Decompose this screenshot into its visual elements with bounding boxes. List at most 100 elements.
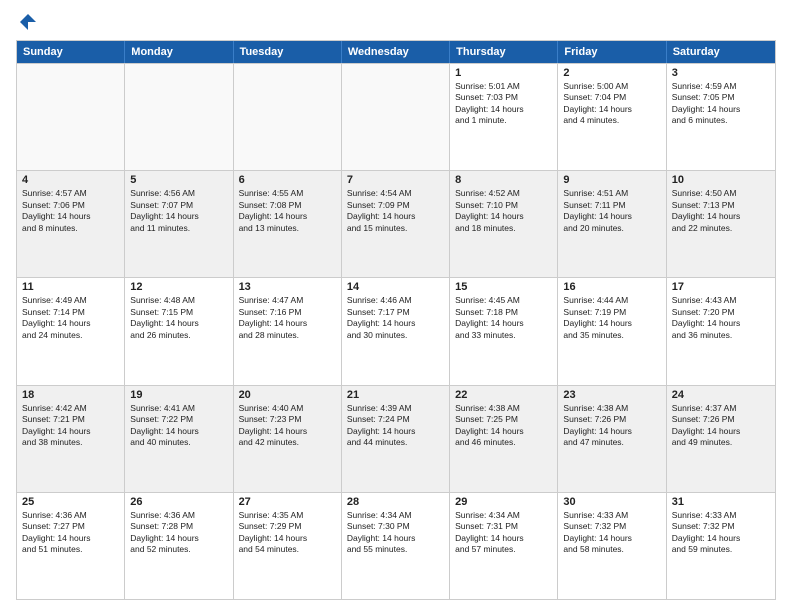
cell-info-line: Daylight: 14 hours <box>455 104 552 115</box>
cell-info-line: Sunset: 7:32 PM <box>563 521 660 532</box>
cell-info-line: Sunset: 7:28 PM <box>130 521 227 532</box>
cell-info-line: Sunrise: 4:39 AM <box>347 403 444 414</box>
day-cell-3: 3Sunrise: 4:59 AMSunset: 7:05 PMDaylight… <box>667 64 775 170</box>
cell-info-line: Daylight: 14 hours <box>22 211 119 222</box>
cell-info-line: Sunrise: 4:45 AM <box>455 295 552 306</box>
cell-info-line: Sunset: 7:03 PM <box>455 92 552 103</box>
cell-info-line: Daylight: 14 hours <box>22 318 119 329</box>
cell-info-line: Sunrise: 4:36 AM <box>130 510 227 521</box>
day-number: 7 <box>347 174 444 186</box>
day-cell-23: 23Sunrise: 4:38 AMSunset: 7:26 PMDayligh… <box>558 386 666 492</box>
cell-info-line: Daylight: 14 hours <box>563 318 660 329</box>
day-cell-6: 6Sunrise: 4:55 AMSunset: 7:08 PMDaylight… <box>234 171 342 277</box>
cell-info-line: Sunrise: 4:38 AM <box>455 403 552 414</box>
cell-info-line: Daylight: 14 hours <box>672 104 770 115</box>
header-day-tuesday: Tuesday <box>234 41 342 63</box>
day-cell-15: 15Sunrise: 4:45 AMSunset: 7:18 PMDayligh… <box>450 278 558 384</box>
cell-info-line: Sunrise: 4:49 AM <box>22 295 119 306</box>
cell-info-line: and 15 minutes. <box>347 223 444 234</box>
cell-info-line: Sunrise: 4:56 AM <box>130 188 227 199</box>
day-number: 27 <box>239 496 336 508</box>
day-cell-4: 4Sunrise: 4:57 AMSunset: 7:06 PMDaylight… <box>17 171 125 277</box>
day-cell-26: 26 Sunrise: 4:36 AMSunset: 7:28 PMDayligh… <box>125 493 233 599</box>
day-cell-5: 5Sunrise: 4:56 AMSunset: 7:07 PMDaylight… <box>125 171 233 277</box>
cell-info-line: Daylight: 14 hours <box>130 533 227 544</box>
empty-cell <box>342 64 450 170</box>
cell-info-line: and 47 minutes. <box>563 437 660 448</box>
day-cell-27: 27Sunrise: 4:35 AMSunset: 7:29 PMDayligh… <box>234 493 342 599</box>
cell-info-line: Sunrise: 4:55 AM <box>239 188 336 199</box>
cell-info-line: Daylight: 14 hours <box>347 426 444 437</box>
cell-info-line: Daylight: 14 hours <box>130 211 227 222</box>
cell-info-line: Daylight: 14 hours <box>347 211 444 222</box>
cell-info-line: Daylight: 14 hours <box>563 426 660 437</box>
day-number: 12 <box>130 281 227 293</box>
cell-info-line: Sunset: 7:09 PM <box>347 200 444 211</box>
cell-info-line: Daylight: 14 hours <box>672 533 770 544</box>
cell-info-line: Sunset: 7:14 PM <box>22 307 119 318</box>
calendar-row-2: 4Sunrise: 4:57 AMSunset: 7:06 PMDaylight… <box>17 170 775 277</box>
cell-info-line: Daylight: 14 hours <box>22 533 119 544</box>
cell-info-line: Sunset: 7:08 PM <box>239 200 336 211</box>
header-day-wednesday: Wednesday <box>342 41 450 63</box>
cell-info-line: Sunrise: 4:38 AM <box>563 403 660 414</box>
cell-info-line: Sunrise: 4:33 AM <box>672 510 770 521</box>
header-day-friday: Friday <box>558 41 666 63</box>
cell-info-line: Daylight: 14 hours <box>672 318 770 329</box>
cell-info-line: Sunrise: 4:47 AM <box>239 295 336 306</box>
cell-info-line: and 59 minutes. <box>672 544 770 555</box>
cell-info-line: Sunrise: 4:50 AM <box>672 188 770 199</box>
day-number: 18 <box>22 389 119 401</box>
empty-cell <box>234 64 342 170</box>
cell-info-line: Sunset: 7:15 PM <box>130 307 227 318</box>
day-number: 31 <box>672 496 770 508</box>
cell-info-line: Daylight: 14 hours <box>347 533 444 544</box>
cell-info-line: Sunset: 7:25 PM <box>455 414 552 425</box>
calendar-row-1: 1Sunrise: 5:01 AMSunset: 7:03 PMDaylight… <box>17 63 775 170</box>
cell-info-line: and 46 minutes. <box>455 437 552 448</box>
cell-info-line: and 22 minutes. <box>672 223 770 234</box>
cell-info-line: and 13 minutes. <box>239 223 336 234</box>
cell-info-line: Daylight: 14 hours <box>455 533 552 544</box>
day-number: 10 <box>672 174 770 186</box>
cell-info-line: Sunrise: 4:59 AM <box>672 81 770 92</box>
cell-info-line: Sunset: 7:11 PM <box>563 200 660 211</box>
cell-info-line: and 58 minutes. <box>563 544 660 555</box>
cell-info-line: Daylight: 14 hours <box>347 318 444 329</box>
day-number: 26 <box>130 496 227 508</box>
cell-info-line: Sunset: 7:05 PM <box>672 92 770 103</box>
header <box>16 12 776 32</box>
cell-info-line: Sunset: 7:26 PM <box>563 414 660 425</box>
day-number: 29 <box>455 496 552 508</box>
cell-info-line: and 30 minutes. <box>347 330 444 341</box>
cell-info-line: and 28 minutes. <box>239 330 336 341</box>
day-cell-17: 17Sunrise: 4:43 AMSunset: 7:20 PMDayligh… <box>667 278 775 384</box>
day-number: 30 <box>563 496 660 508</box>
day-number: 25 <box>22 496 119 508</box>
day-number: 2 <box>563 67 660 79</box>
day-cell-10: 10Sunrise: 4:50 AMSunset: 7:13 PMDayligh… <box>667 171 775 277</box>
cell-info-line: and 38 minutes. <box>22 437 119 448</box>
cell-info-line: Sunrise: 4:46 AM <box>347 295 444 306</box>
page: SundayMondayTuesdayWednesdayThursdayFrid… <box>0 0 792 612</box>
day-cell-29: 29Sunrise: 4:34 AMSunset: 7:31 PMDayligh… <box>450 493 558 599</box>
day-number: 24 <box>672 389 770 401</box>
cell-info-line: and 6 minutes. <box>672 115 770 126</box>
day-cell-21: 21Sunrise: 4:39 AMSunset: 7:24 PMDayligh… <box>342 386 450 492</box>
cell-info-line: and 4 minutes. <box>563 115 660 126</box>
cell-info-line: Sunset: 7:17 PM <box>347 307 444 318</box>
cell-info-line: Sunset: 7:04 PM <box>563 92 660 103</box>
day-number: 9 <box>563 174 660 186</box>
cell-info-line: and 24 minutes. <box>22 330 119 341</box>
cell-info-line: Sunset: 7:19 PM <box>563 307 660 318</box>
logo-icon <box>18 12 38 32</box>
cell-info-line: Sunrise: 4:42 AM <box>22 403 119 414</box>
cell-info-line: Daylight: 14 hours <box>239 533 336 544</box>
cell-info-line: Sunrise: 4:48 AM <box>130 295 227 306</box>
day-cell-18: 18Sunrise: 4:42 AMSunset: 7:21 PMDayligh… <box>17 386 125 492</box>
cell-info-line: and 55 minutes. <box>347 544 444 555</box>
logo <box>16 12 38 32</box>
cell-info-line: Sunrise: 5:01 AM <box>455 81 552 92</box>
cell-info-line: Sunset: 7:20 PM <box>672 307 770 318</box>
day-number: 13 <box>239 281 336 293</box>
